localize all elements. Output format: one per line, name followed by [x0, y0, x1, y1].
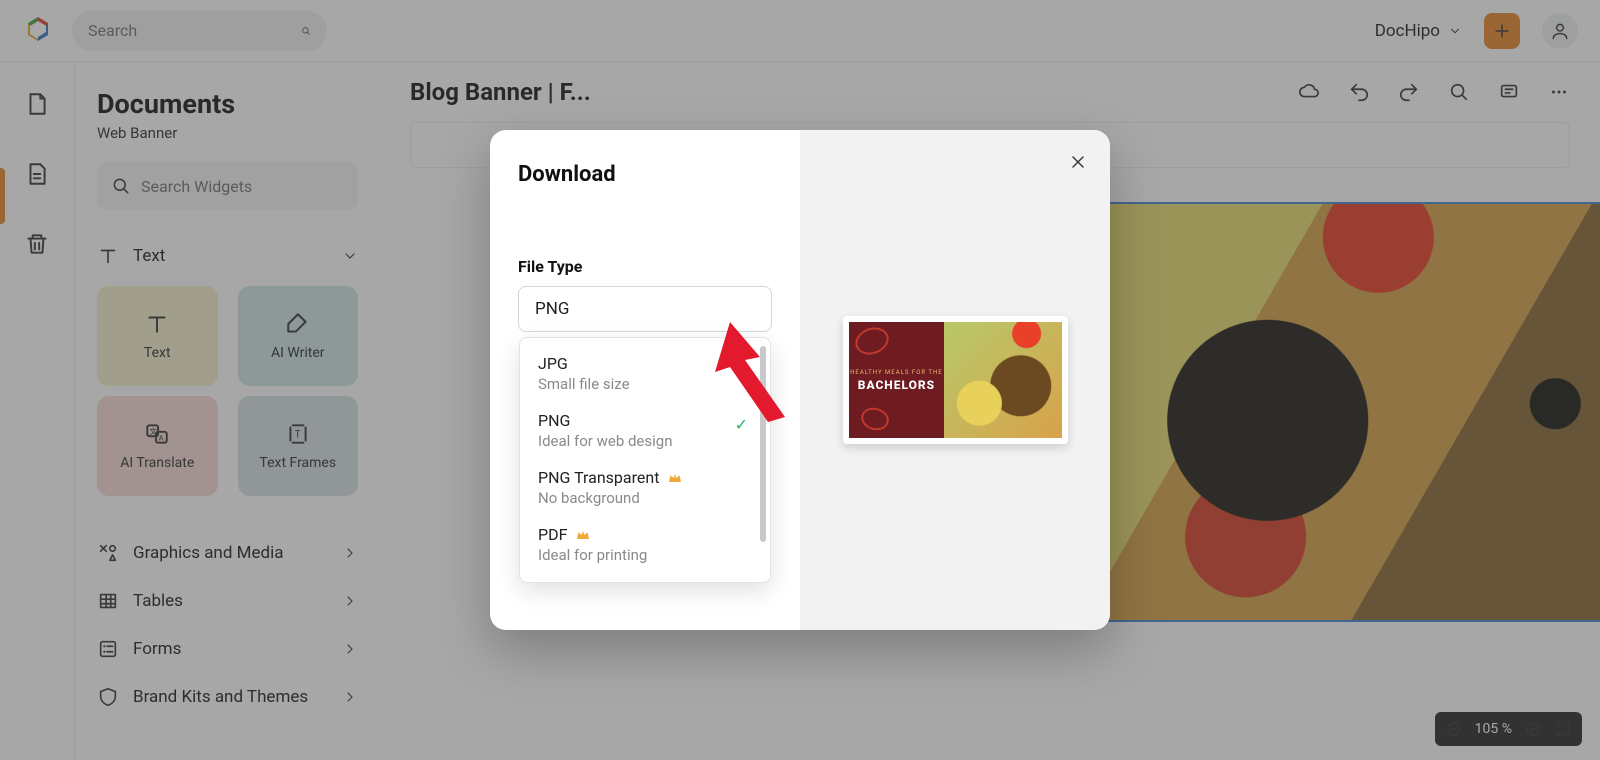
preview-image [944, 322, 1061, 438]
option-png-transparent[interactable]: PNG Transparent No background [520, 460, 770, 517]
option-title: PNG [538, 411, 570, 430]
option-title: JPG [538, 354, 568, 373]
crown-icon [667, 470, 683, 486]
crown-icon [575, 527, 591, 543]
file-type-dropdown: JPG Small file size PNG Ideal for web de… [519, 337, 771, 583]
file-type-label: File Type [518, 257, 772, 276]
check-icon: ✓ [735, 415, 748, 434]
download-preview: HEALTHY MEALS FOR THE BACHELORS [843, 316, 1068, 444]
option-title: PDF [538, 525, 567, 544]
preview-text-line2: BACHELORS [858, 378, 935, 392]
modal-title: Download [518, 162, 772, 187]
option-sub: No background [538, 489, 752, 507]
option-title: PNG Transparent [538, 468, 659, 487]
preview-text-line1: HEALTHY MEALS FOR THE [850, 369, 943, 376]
option-png[interactable]: PNG Ideal for web design ✓ [520, 403, 770, 460]
option-pdf[interactable]: PDF Ideal for printing [520, 517, 770, 574]
option-jpg[interactable]: JPG Small file size [520, 346, 770, 403]
file-type-selected: PNG [535, 299, 569, 319]
option-sub: Ideal for web design [538, 432, 752, 450]
close-icon[interactable] [1068, 152, 1088, 172]
file-type-select[interactable]: PNG JPG Small file size PNG Ideal for we… [518, 286, 772, 332]
option-sub: Small file size [538, 375, 752, 393]
download-modal: Download File Type PNG JPG Small file si… [490, 130, 1110, 630]
option-sub: Ideal for printing [538, 546, 752, 564]
